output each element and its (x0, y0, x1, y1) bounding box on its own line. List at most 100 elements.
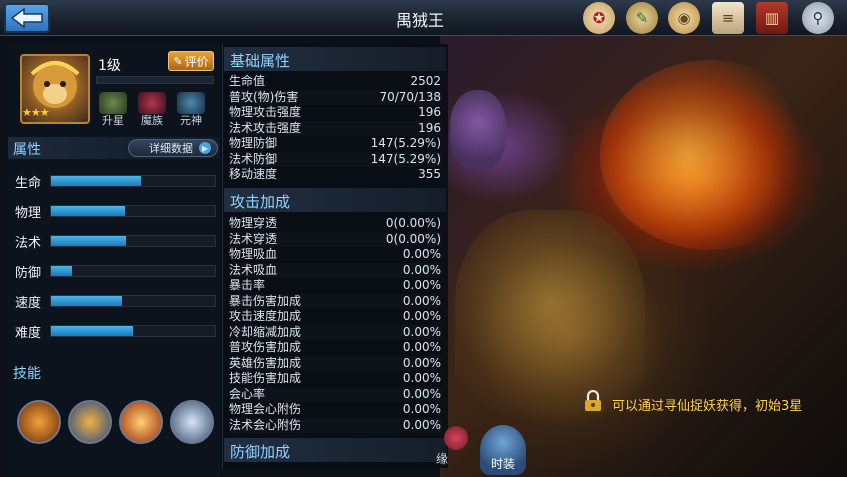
stat-row-label: 冷却缩减加成 (229, 324, 302, 339)
detail-data-label: 详细数据 (149, 142, 193, 155)
seal-icon[interactable]: ✪ (583, 2, 615, 34)
stat-bar-fill (51, 236, 127, 246)
flame-effect (600, 60, 820, 250)
paper-icon[interactable]: ≡ (712, 2, 744, 34)
stat-bar (50, 295, 216, 307)
stat-row-label: 物理攻击强度 (229, 105, 302, 119)
scroll-icon[interactable]: ✎ (626, 2, 658, 34)
lock-icon (585, 390, 601, 411)
stat-row: 物理攻击强度 196 (229, 105, 441, 120)
stat-row-value: 0(0.00%) (385, 216, 441, 230)
stat-bar (50, 235, 216, 247)
unlock-hint: 可以通过寻仙捉妖获得，初始3星 (612, 399, 803, 414)
stat-row: 法术吸血 0.00% (229, 263, 441, 278)
stat-row: 法术防御 147(5.29%) (229, 152, 441, 167)
star-up-button[interactable]: 升星 (94, 92, 132, 128)
stat-row-value: 0.00% (402, 417, 441, 432)
chevron-right-icon: ▶ (199, 142, 211, 154)
stat-row: 普攻(物)伤害 70/70/138 (229, 90, 441, 105)
stat-bar-fill (51, 206, 125, 216)
stat-label: 法术 (15, 236, 42, 251)
stat-row-value: 0.00% (402, 247, 441, 261)
back-button[interactable] (4, 3, 50, 33)
stat-row-value: 355 (418, 167, 441, 181)
stat-row-value: 147(5.29%) (370, 151, 441, 166)
stat-label: 生命 (15, 176, 42, 191)
stat-label: 速度 (15, 296, 42, 311)
stat-row-value: 0(0.00%) (385, 231, 441, 246)
spirit-button[interactable]: 元神 (172, 92, 210, 128)
spirit-label: 元神 (180, 114, 202, 127)
stat-bar-fill (51, 266, 73, 276)
stat-row: 生命值 2502 (229, 74, 441, 89)
stat-bar (50, 265, 216, 277)
spirit-icon (177, 92, 205, 114)
stat-bar-fill (51, 176, 142, 186)
basic-attributes-header: 基础属性 (224, 47, 446, 71)
fire-skill-icon[interactable] (17, 400, 61, 444)
stat-label: 防御 (15, 266, 42, 281)
hero-name-title: 禺狨王 (395, 11, 444, 30)
armor-skill-icon[interactable] (68, 400, 112, 444)
stat-row: 物理防御 147(5.29%) (229, 136, 441, 151)
fate-tab-label[interactable]: 缘 (436, 450, 448, 467)
stat-row-label: 英雄伤害加成 (229, 355, 302, 370)
coin-icon[interactable]: ◉ (668, 2, 700, 34)
book-icon[interactable]: ▥ (756, 2, 788, 34)
stat-row-value: 0.00% (402, 340, 441, 354)
stat-bar (50, 325, 216, 337)
stat-row-value: 0.00% (402, 309, 441, 323)
stat-bar-fill (51, 326, 133, 336)
hero-face (450, 90, 506, 170)
detail-data-button[interactable]: 详细数据 ▶ (128, 139, 218, 157)
fashion-tab-label: 时装 (490, 457, 515, 471)
level-progress-bar (96, 76, 214, 84)
stat-row: 会心率 0.00% (229, 387, 441, 402)
stat-row-label: 法术攻击强度 (229, 120, 302, 135)
stat-row-value: 0.00% (402, 262, 441, 277)
stat-row-value: 196 (418, 105, 441, 119)
stat-row: 攻击速度加成 0.00% (229, 309, 441, 324)
star-up-label: 升星 (102, 114, 124, 127)
stat-row-label: 普攻伤害加成 (229, 340, 302, 354)
rate-button[interactable]: ✎ 评价 (168, 51, 214, 71)
whirlwind-skill-icon[interactable] (170, 400, 214, 444)
race-label: 魔族 (141, 114, 163, 127)
fashion-tab[interactable]: 时装 (480, 425, 526, 475)
fate-tab-icon[interactable] (444, 426, 468, 450)
stat-row-label: 移动速度 (229, 167, 278, 181)
stat-bar (50, 205, 216, 217)
slash-skill-icon[interactable] (119, 400, 163, 444)
stat-row-value: 70/70/138 (379, 89, 441, 104)
stat-row-value: 147(5.29%) (370, 136, 441, 150)
attack-bonus-header: 攻击加成 (224, 188, 446, 212)
stat-row-value: 0.00% (402, 386, 441, 401)
star-up-icon (99, 92, 127, 114)
stat-row: 法术穿透 0(0.00%) (229, 232, 441, 247)
hero-level: 1级 (98, 58, 121, 74)
stat-row: 暴击率 0.00% (229, 278, 441, 293)
stat-row-label: 物理吸血 (229, 247, 278, 261)
stat-row-value: 0.00% (402, 324, 441, 339)
stat-row-label: 攻击速度加成 (229, 309, 302, 323)
rate-button-label: 评价 (184, 54, 209, 69)
stat-row-value: 0.00% (402, 402, 441, 416)
stat-row: 物理穿透 0(0.00%) (229, 216, 441, 231)
stat-row: 物理吸血 0.00% (229, 247, 441, 262)
stat-row-value: 0.00% (402, 371, 441, 385)
stat-row-value: 0.00% (402, 355, 441, 370)
race-button[interactable]: 魔族 (133, 92, 171, 128)
search-icon[interactable]: ⚲ (802, 2, 834, 34)
demon-race-icon (138, 92, 166, 114)
stat-row-label: 物理穿透 (229, 216, 278, 230)
stat-row-label: 法术会心附伤 (229, 417, 302, 432)
stat-row: 技能伤害加成 0.00% (229, 371, 441, 386)
stat-row-label: 暴击率 (229, 278, 266, 292)
stat-row: 普攻伤害加成 0.00% (229, 340, 441, 355)
stat-bar (50, 175, 216, 187)
stat-row: 移动速度 355 (229, 167, 441, 182)
stat-row: 法术会心附伤 0.00% (229, 418, 441, 433)
attributes-title: 属性 (13, 142, 41, 158)
edit-icon: ✎ (173, 54, 183, 68)
stat-row: 物理会心附伤 0.00% (229, 402, 441, 417)
